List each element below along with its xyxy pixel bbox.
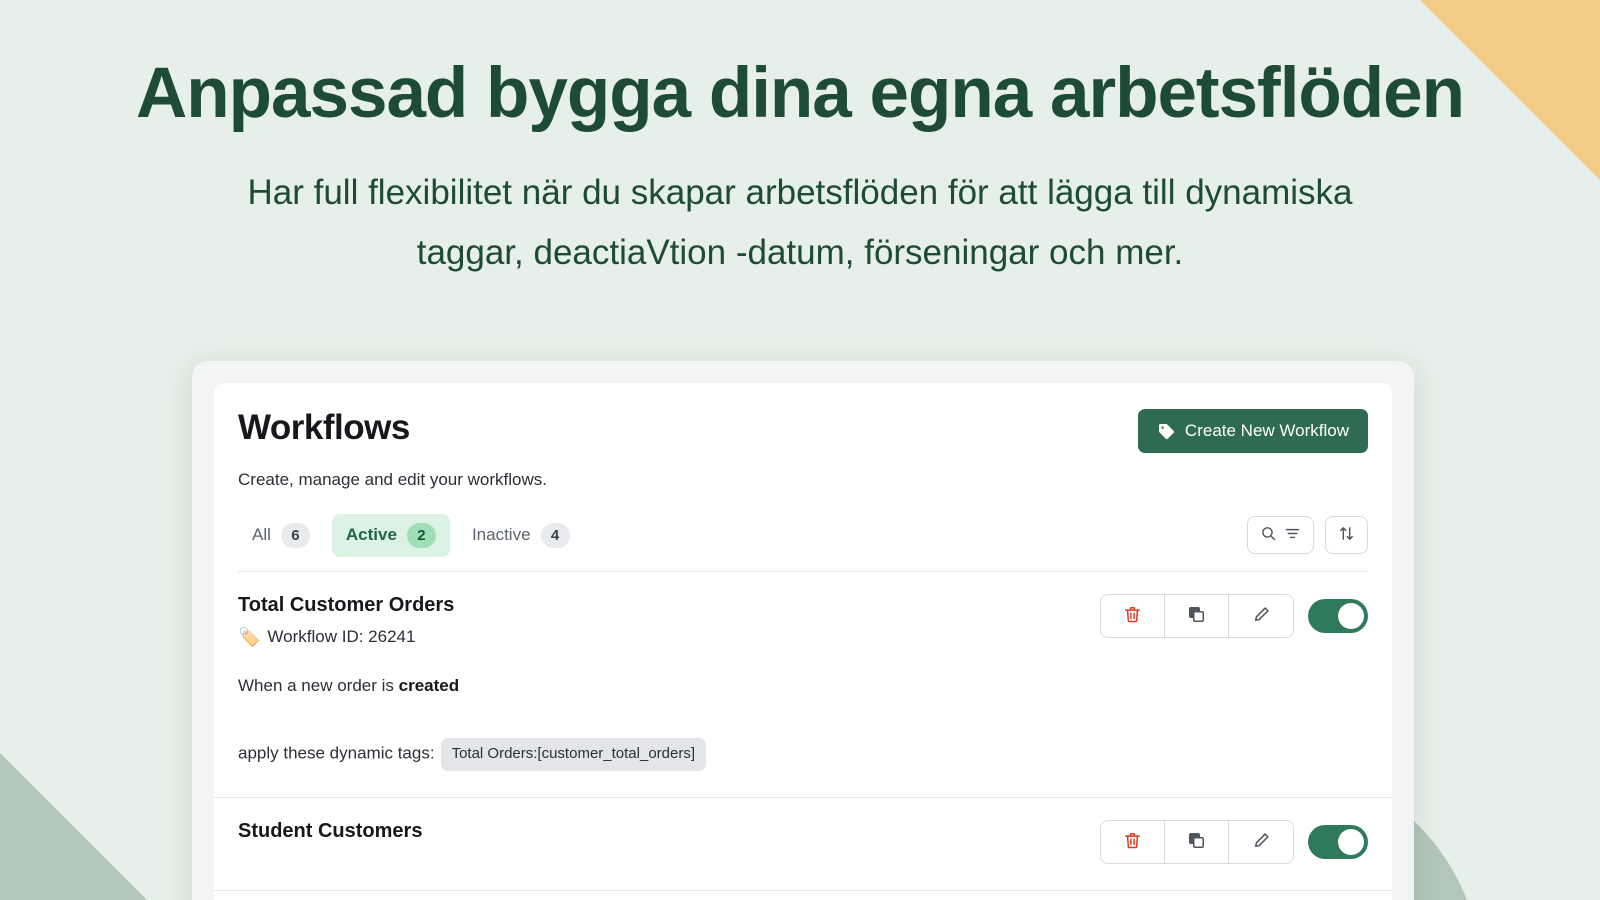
workflow-identity: Student Customers — [238, 820, 422, 843]
tab-inactive-count: 4 — [541, 523, 570, 548]
workflow-name: Student Customers — [238, 820, 422, 843]
workflow-actions — [1100, 820, 1368, 864]
toggle-knob — [1338, 603, 1364, 629]
trash-icon — [1123, 605, 1142, 627]
workflow-trigger-prefix: When a new order is — [238, 676, 399, 695]
app-mockup-frame: Workflows Create, manage and edit your w… — [192, 361, 1414, 900]
page-title: Workflows — [238, 409, 547, 448]
workflow-trigger-line: When a new order is created — [238, 673, 1368, 699]
create-new-workflow-label: Create New Workflow — [1185, 421, 1349, 441]
copy-icon — [1187, 605, 1206, 627]
tab-all-count: 6 — [281, 523, 310, 548]
tab-all[interactable]: All 6 — [238, 514, 324, 557]
hero-section: Anpassad bygga dina egna arbetsflöden Ha… — [0, 0, 1600, 283]
status-badge: Total Orders:[customer_total_orders] — [441, 738, 706, 771]
delete-button[interactable] — [1101, 821, 1165, 863]
duplicate-button[interactable] — [1165, 821, 1229, 863]
toggle-knob — [1338, 829, 1364, 855]
workflow-row-header: Total Customer Orders 🏷️ Workflow ID: 26… — [238, 594, 1368, 647]
tab-active[interactable]: Active 2 — [332, 514, 450, 557]
toolbar — [1247, 516, 1368, 554]
workflow-actions — [1100, 594, 1368, 638]
filter-lines-icon — [1284, 525, 1301, 545]
workflows-app-card: Workflows Create, manage and edit your w… — [214, 383, 1392, 900]
pencil-icon — [1252, 831, 1271, 853]
workflow-row-header: Student Customers — [238, 820, 1368, 864]
delete-button[interactable] — [1101, 595, 1165, 637]
sort-button[interactable] — [1325, 516, 1368, 554]
corner-triangle-bottom-left-shape — [0, 728, 165, 900]
sort-arrows-icon — [1338, 525, 1355, 545]
workflow-identity: Total Customer Orders 🏷️ Workflow ID: 26… — [238, 594, 454, 647]
hero-title: Anpassad bygga dina egna arbetsflöden — [0, 56, 1600, 133]
tab-inactive-label: Inactive — [472, 525, 531, 545]
tab-active-count: 2 — [407, 523, 436, 548]
status-filter-tabs: All 6 Active 2 Inactive 4 — [238, 514, 584, 557]
create-new-workflow-button[interactable]: Create New Workflow — [1138, 409, 1368, 453]
tag-icon — [1157, 422, 1176, 441]
workflow-trigger-event: created — [399, 676, 459, 695]
trash-icon — [1123, 831, 1142, 853]
table-row[interactable]: Total Customer Orders 🏷️ Workflow ID: 26… — [214, 572, 1392, 798]
edit-button[interactable] — [1229, 595, 1293, 637]
workflow-action-group — [1100, 820, 1294, 864]
search-filter-button[interactable] — [1247, 516, 1314, 554]
tab-inactive[interactable]: Inactive 4 — [458, 514, 584, 557]
search-icon — [1260, 525, 1277, 545]
hero-subtitle: Har full flexibilitet när du skapar arbe… — [235, 163, 1365, 283]
card-header-text: Workflows Create, manage and edit your w… — [238, 409, 547, 490]
workflow-action-line: apply these dynamic tags: Total Orders:[c… — [238, 738, 1368, 771]
card-header: Workflows Create, manage and edit your w… — [214, 383, 1392, 490]
table-row[interactable]: Student Customers — [214, 798, 1392, 891]
pencil-icon — [1252, 605, 1271, 627]
workflow-action-group — [1100, 594, 1294, 638]
tab-all-label: All — [252, 525, 271, 545]
workflow-enabled-toggle[interactable] — [1308, 825, 1368, 859]
duplicate-button[interactable] — [1165, 595, 1229, 637]
tag-emoji-icon: 🏷️ — [238, 628, 260, 646]
filter-bar: All 6 Active 2 Inactive 4 — [238, 514, 1368, 572]
workflow-id-line: 🏷️ Workflow ID: 26241 — [238, 627, 454, 647]
tab-active-label: Active — [346, 525, 397, 545]
workflow-id-label: Workflow ID: 26241 — [267, 627, 415, 647]
workflow-action-label: apply these dynamic tags: — [238, 744, 435, 763]
workflow-details: When a new order is created apply these … — [238, 673, 1368, 771]
workflow-name: Total Customer Orders — [238, 594, 454, 617]
page-subtitle: Create, manage and edit your workflows. — [238, 470, 547, 490]
copy-icon — [1187, 831, 1206, 853]
workflow-enabled-toggle[interactable] — [1308, 599, 1368, 633]
edit-button[interactable] — [1229, 821, 1293, 863]
